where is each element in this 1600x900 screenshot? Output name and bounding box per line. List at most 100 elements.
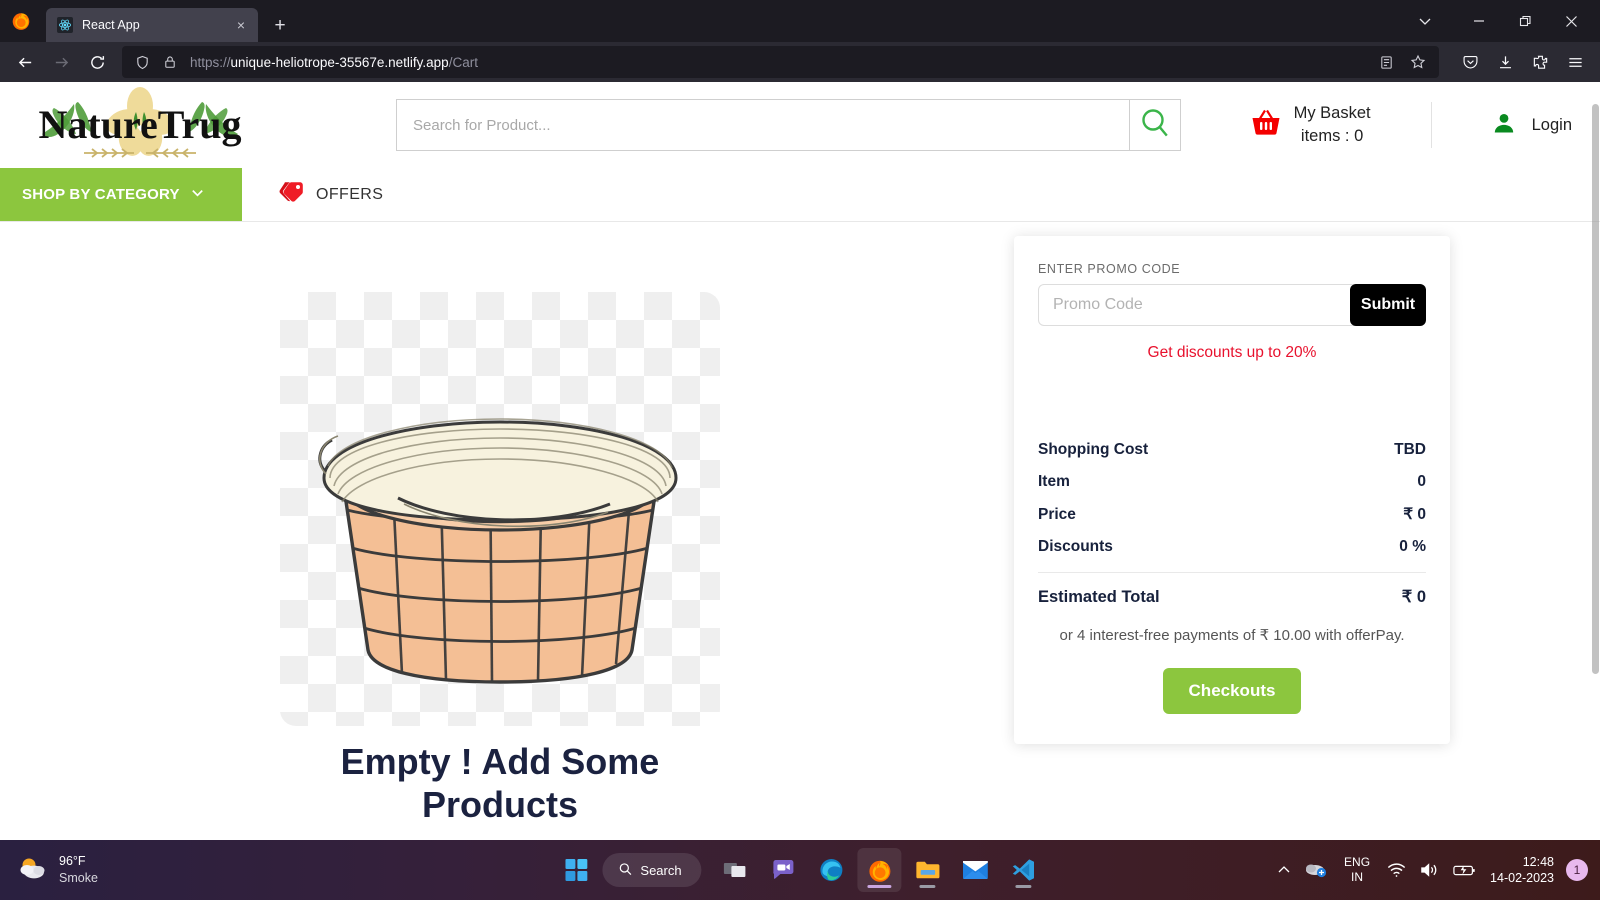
start-icon[interactable] — [554, 848, 598, 892]
summary-spacer — [1038, 362, 1426, 434]
taskbar-apps: Search — [554, 840, 1045, 900]
header-actions: My Basket items : 0 Login — [1251, 102, 1572, 149]
offers-link[interactable]: OFFERS — [242, 168, 383, 221]
toolbar-right — [1447, 46, 1592, 78]
file-explorer-icon[interactable] — [906, 848, 950, 892]
summary-label: Price — [1038, 505, 1076, 523]
address-bar[interactable]: https://unique-heliotrope-35567e.netlify… — [122, 46, 1439, 78]
language-indicator[interactable]: ENG IN — [1334, 855, 1380, 885]
system-tray: ENG IN 12:48 14-02-2023 1 — [1270, 840, 1600, 900]
overflow-chevron-icon[interactable] — [1270, 848, 1298, 892]
bookmark-star-icon[interactable] — [1403, 48, 1433, 76]
active-app-indicator — [867, 885, 892, 888]
downloads-icon[interactable] — [1488, 46, 1522, 78]
offers-label: OFFERS — [316, 185, 384, 203]
mail-icon[interactable] — [954, 848, 998, 892]
task-view-icon[interactable] — [714, 848, 758, 892]
checkout-button[interactable]: Checkouts — [1162, 668, 1302, 714]
summary-label: Discounts — [1038, 538, 1113, 555]
chat-icon[interactable] — [762, 848, 806, 892]
app-running-indicator — [919, 885, 936, 888]
summary-row-shopping-cost: Shopping Cost TBD — [1038, 434, 1426, 466]
promo-discount-note: Get discounts up to 20% — [1147, 344, 1317, 361]
close-window-icon[interactable] — [1548, 0, 1594, 42]
page-viewport: NatureTrug Search for Product... My Bask… — [0, 82, 1600, 840]
clock-date: 14-02-2023 — [1490, 871, 1554, 885]
tab-title: React App — [82, 18, 140, 32]
language-line1: ENG — [1344, 855, 1371, 869]
weather-text: 96°F Smoke — [59, 853, 98, 888]
clock[interactable]: 12:48 14-02-2023 — [1484, 854, 1564, 887]
summary-row-discounts: Discounts 0 % — [1038, 531, 1426, 563]
site-header: NatureTrug Search for Product... My Bask… — [0, 82, 1600, 168]
shop-by-category-button[interactable]: SHOP BY CATEGORY — [0, 168, 242, 221]
battery-charging-icon[interactable] — [1446, 848, 1484, 892]
new-tab-button[interactable]: + — [266, 11, 294, 39]
basket-text: My Basket items : 0 — [1294, 102, 1371, 149]
firefox-icon[interactable] — [857, 848, 902, 892]
page-scrollbar[interactable] — [1591, 82, 1600, 840]
summary-value: ₹ 0 — [1403, 506, 1426, 523]
close-tab-icon[interactable]: × — [232, 16, 250, 34]
svg-text:NatureTrug: NatureTrug — [39, 102, 242, 147]
installment-note: or 4 interest-free payments of ₹ 10.00 w… — [1059, 627, 1405, 644]
summary-divider — [1038, 572, 1426, 573]
taskbar-search-box[interactable]: Search — [602, 853, 702, 887]
lock-icon[interactable] — [156, 48, 184, 76]
back-arrow-icon[interactable] — [8, 46, 42, 78]
promo-code-row: Submit — [1038, 284, 1426, 326]
empty-cart-section: Empty ! Add Some Products — [0, 222, 1000, 826]
app-menu-icon[interactable] — [1558, 46, 1592, 78]
search-icon — [618, 862, 632, 879]
site-logo[interactable]: NatureTrug — [24, 86, 256, 164]
summary-row-price: Price ₹ 0 — [1038, 498, 1426, 531]
chevron-down-icon — [190, 185, 205, 204]
search-input[interactable] — [413, 116, 1113, 134]
search-input-wrapper[interactable] — [396, 99, 1129, 151]
summary-label: Item — [1038, 473, 1070, 490]
minimize-window-icon[interactable] — [1456, 0, 1502, 42]
notification-badge[interactable]: 1 — [1566, 859, 1588, 881]
url-text: https://unique-heliotrope-35567e.netlify… — [184, 55, 1371, 70]
vscode-icon[interactable] — [1002, 848, 1046, 892]
product-search — [396, 99, 1181, 151]
basket-count: items : 0 — [1300, 127, 1364, 145]
page-scrollbar-thumb[interactable] — [1592, 104, 1599, 674]
login-link[interactable]: Login — [1430, 102, 1572, 148]
basket-icon — [1251, 109, 1281, 142]
taskbar-search-label: Search — [640, 862, 682, 878]
url-host: unique-heliotrope-35567e.netlify.app — [230, 54, 449, 70]
order-summary-card: ENTER PROMO CODE Submit Get discounts up… — [1014, 236, 1450, 744]
summary-value: TBD — [1394, 441, 1426, 458]
browser-navbar: https://unique-heliotrope-35567e.netlify… — [0, 42, 1600, 82]
forward-arrow-icon — [44, 46, 78, 78]
volume-icon[interactable] — [1413, 848, 1446, 892]
edge-icon[interactable] — [810, 848, 854, 892]
extensions-icon[interactable] — [1523, 46, 1557, 78]
browser-tab[interactable]: React App × — [46, 8, 258, 42]
search-button[interactable] — [1129, 99, 1181, 151]
clock-time: 12:48 — [1522, 854, 1554, 869]
pocket-icon[interactable] — [1453, 46, 1487, 78]
shield-icon[interactable] — [128, 48, 156, 76]
weather-temperature: 96°F — [59, 853, 86, 868]
promo-submit-button[interactable]: Submit — [1350, 284, 1426, 326]
screen: React App × + https://unique-heliotrope-… — [0, 0, 1600, 900]
reload-icon[interactable] — [80, 46, 114, 78]
shop-by-category-label: SHOP BY CATEGORY — [22, 186, 180, 203]
chevron-down-icon[interactable] — [1394, 0, 1456, 42]
person-icon — [1492, 111, 1516, 140]
reader-view-icon[interactable] — [1371, 48, 1401, 76]
wifi-icon[interactable] — [1380, 848, 1413, 892]
summary-row-item: Item 0 — [1038, 466, 1426, 498]
magnifier-icon — [1138, 106, 1172, 145]
cloud-sun-icon — [18, 855, 48, 886]
summary-total-value: ₹ 0 — [1401, 588, 1426, 606]
onedrive-icon[interactable] — [1298, 848, 1334, 892]
weather-condition: Smoke — [59, 871, 98, 885]
login-label: Login — [1531, 115, 1572, 134]
taskbar-weather-widget[interactable]: 96°F Smoke — [0, 853, 98, 888]
basket-link[interactable]: My Basket items : 0 — [1251, 102, 1431, 149]
restore-window-icon[interactable] — [1502, 0, 1548, 42]
promo-code-input[interactable] — [1038, 284, 1358, 326]
